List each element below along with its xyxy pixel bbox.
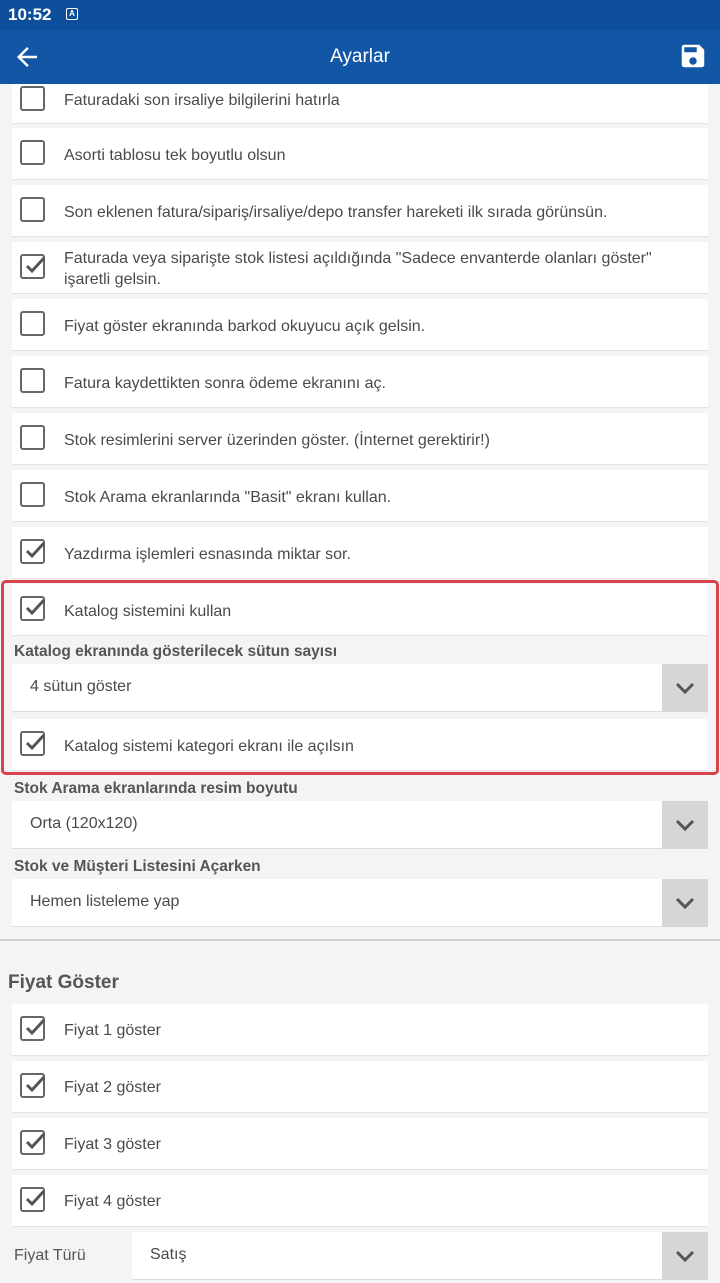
option-label: Stok Arama ekranlarında "Basit" ekranı k… <box>64 489 392 506</box>
dropdown-button[interactable] <box>662 801 708 849</box>
catalog-use-row[interactable]: Katalog sistemini kullan <box>12 584 708 636</box>
option-label: Fiyat 3 göster <box>64 1136 161 1153</box>
option-row[interactable]: Fiyat göster ekranında barkod okuyucu aç… <box>12 299 708 351</box>
dropdown-button[interactable] <box>662 664 708 712</box>
check-icon <box>25 1075 46 1093</box>
page-title: Ayarlar <box>330 46 390 67</box>
save-icon[interactable] <box>678 41 708 71</box>
checkbox[interactable] <box>20 140 45 165</box>
price-option-row[interactable]: Fiyat 3 göster <box>12 1118 708 1170</box>
checkbox[interactable] <box>20 425 45 450</box>
checkbox-checked[interactable] <box>20 731 46 756</box>
price-option-row[interactable]: Fiyat 4 göster <box>12 1175 708 1227</box>
checkbox[interactable] <box>20 368 45 393</box>
list-open-label: Stok ve Müşteri Listesini Açarken <box>14 858 261 875</box>
option-label: Son eklenen fatura/sipariş/irsaliye/depo… <box>64 204 608 221</box>
check-icon <box>25 1018 46 1036</box>
option-row[interactable]: Yazdırma işlemleri esnasında miktar sor. <box>12 527 708 579</box>
image-size-label: Stok Arama ekranlarında resim boyutu <box>14 780 298 797</box>
option-label: Yazdırma işlemleri esnasında miktar sor. <box>64 546 351 563</box>
catalog-columns-label: Katalog ekranında gösterilecek sütun say… <box>14 643 338 660</box>
option-row[interactable]: Asorti tablosu tek boyutlu olsun <box>12 128 708 180</box>
catalog-columns-dropdown[interactable]: 4 sütun göster <box>12 664 708 712</box>
dropdown-button[interactable] <box>662 1232 708 1280</box>
option-label: Fiyat 1 göster <box>64 1022 161 1039</box>
checkbox[interactable] <box>20 311 45 336</box>
checkbox-checked[interactable] <box>20 1016 46 1041</box>
option-row[interactable]: Son eklenen fatura/sipariş/irsaliye/depo… <box>12 185 708 237</box>
checkbox-checked[interactable] <box>20 1130 46 1155</box>
price-option-row[interactable]: Fiyat 1 göster <box>12 1004 708 1056</box>
notification-icon: A <box>66 8 78 20</box>
option-label: Fiyat 4 göster <box>64 1193 161 1210</box>
option-row[interactable]: Faturada veya siparişte stok listesi açı… <box>12 242 708 294</box>
image-size-dropdown[interactable]: Orta (120x120) <box>12 801 708 849</box>
check-icon <box>25 256 46 274</box>
chevron-down-icon <box>675 1250 695 1263</box>
catalog-category-row[interactable]: Katalog sistemi kategori ekranı ile açıl… <box>12 719 708 771</box>
checkbox-checked[interactable] <box>20 539 46 564</box>
app-bar: Ayarlar <box>0 30 720 84</box>
dropdown-value: Orta (120x120) <box>30 815 138 832</box>
checkbox-checked[interactable] <box>20 1187 46 1212</box>
option-label: Asorti tablosu tek boyutlu olsun <box>64 147 286 164</box>
option-label: Fatura kaydettikten sonra ödeme ekranını… <box>64 375 386 392</box>
section-divider <box>0 939 720 941</box>
option-row[interactable]: Fatura kaydettikten sonra ödeme ekranını… <box>12 356 708 408</box>
checkbox-checked[interactable] <box>20 254 46 279</box>
checkbox-checked[interactable] <box>20 596 46 621</box>
status-bar: 10:52 A <box>0 0 720 30</box>
check-icon <box>25 1132 46 1150</box>
option-label: Faturada veya siparişte stok listesi açı… <box>64 250 652 288</box>
dropdown-value: Hemen listeleme yap <box>30 893 180 910</box>
check-icon <box>25 541 46 559</box>
checkbox[interactable] <box>20 197 45 222</box>
status-time: 10:52 <box>8 5 52 24</box>
dropdown-button[interactable] <box>662 879 708 927</box>
chevron-down-icon <box>675 682 695 695</box>
check-icon <box>25 733 46 751</box>
option-row[interactable]: Stok resimlerini server üzerinden göster… <box>12 413 708 465</box>
option-row[interactable]: Faturadaki son irsaliye bilgilerini hatı… <box>12 84 708 124</box>
checkbox[interactable] <box>20 86 45 111</box>
check-icon <box>25 1189 46 1207</box>
price-type-dropdown[interactable]: Satış <box>132 1232 708 1280</box>
option-label: Faturadaki son irsaliye bilgilerini hatı… <box>64 92 340 109</box>
option-row[interactable]: Stok Arama ekranlarında "Basit" ekranı k… <box>12 470 708 522</box>
chevron-down-icon <box>675 819 695 832</box>
dropdown-value: Satış <box>150 1246 187 1263</box>
price-section-title: Fiyat Göster <box>8 972 119 993</box>
checkbox-checked[interactable] <box>20 1073 46 1098</box>
chevron-down-icon <box>675 897 695 910</box>
option-label: Stok resimlerini server üzerinden göster… <box>64 432 490 449</box>
option-label: Fiyat göster ekranında barkod okuyucu aç… <box>64 318 426 335</box>
option-label: Fiyat 2 göster <box>64 1079 161 1096</box>
list-open-dropdown[interactable]: Hemen listeleme yap <box>12 879 708 927</box>
check-icon <box>25 598 46 616</box>
dropdown-value: 4 sütun göster <box>30 678 132 695</box>
option-label: Katalog sistemini kullan <box>64 603 232 620</box>
checkbox[interactable] <box>20 482 45 507</box>
price-type-label: Fiyat Türü <box>14 1247 86 1264</box>
price-option-row[interactable]: Fiyat 2 göster <box>12 1061 708 1113</box>
option-label: Katalog sistemi kategori ekranı ile açıl… <box>64 738 354 755</box>
